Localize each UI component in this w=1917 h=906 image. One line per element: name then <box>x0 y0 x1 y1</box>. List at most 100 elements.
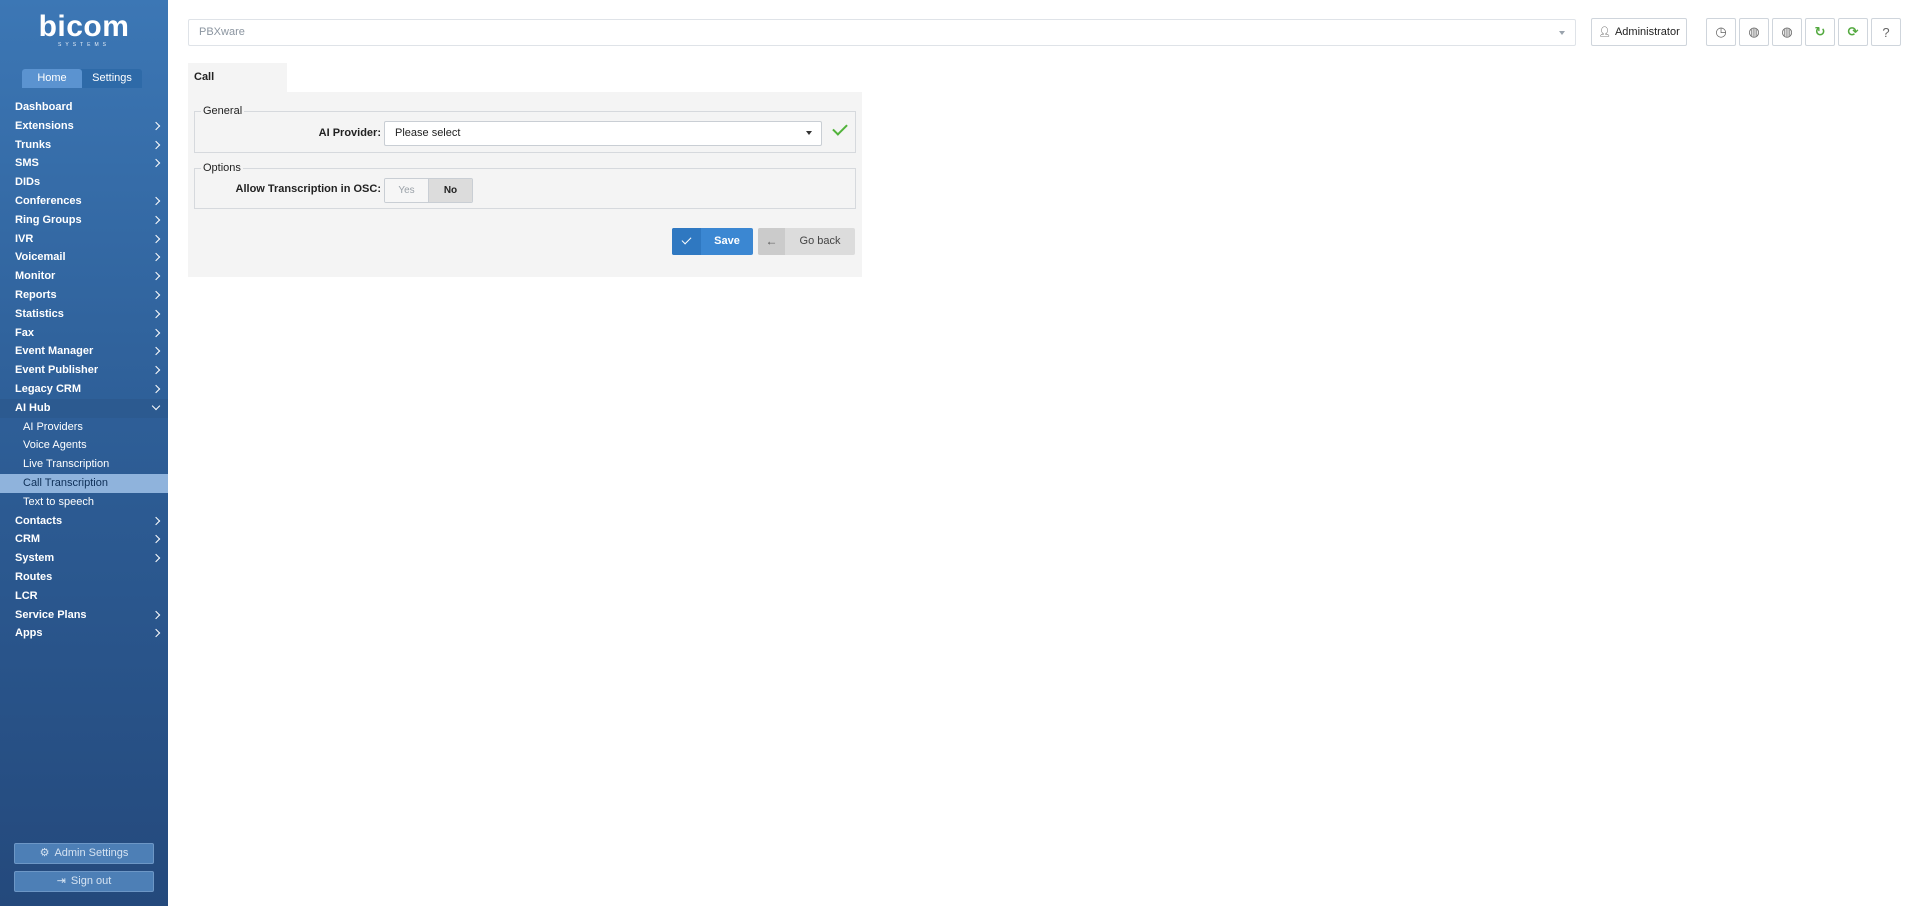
clock-icon[interactable]: ◷ <box>1706 18 1736 46</box>
chevron-right-icon <box>151 140 161 149</box>
sidebar-item-label: CRM <box>15 533 41 546</box>
call-transcriptions-form: General AI Provider: Please select Optio… <box>188 92 862 277</box>
sidebar-item-label: Apps <box>15 627 43 640</box>
administrator-button[interactable]: 👤︎ Administrator <box>1591 18 1687 46</box>
admin-settings-button[interactable]: ⚙ Admin Settings <box>14 843 154 864</box>
chevron-right-icon <box>151 159 161 168</box>
sidebar-subitem-live-transcription[interactable]: Live Transcription <box>0 455 168 474</box>
sidebar-item-label: Monitor <box>15 270 56 283</box>
sidebar-item-fax[interactable]: Fax <box>0 324 168 343</box>
chevron-right-icon <box>151 234 161 243</box>
sidebar-item-label: Reports <box>15 288 57 301</box>
server-select-value: PBXware <box>199 26 245 38</box>
admin-settings-label: Admin Settings <box>54 847 129 859</box>
help-icon[interactable]: ? <box>1871 18 1901 46</box>
globe-icon[interactable]: ◍ <box>1739 18 1769 46</box>
sidebar-item-label: DIDs <box>15 176 41 189</box>
sidebar-item-dashboard[interactable]: Dashboard <box>0 98 168 117</box>
app-root: bicom SYSTEMS Home Settings Dashboard Ex… <box>0 0 1917 906</box>
ai-provider-label: AI Provider: <box>318 127 381 139</box>
sidebar-item-ai-hub[interactable]: AI Hub <box>0 398 168 418</box>
sidebar-item-ivr[interactable]: IVR <box>0 230 168 249</box>
chevron-down-icon <box>151 401 161 410</box>
tab-call-transcriptions[interactable]: Call Transcriptions <box>188 63 287 112</box>
sidebar-item-label: Service Plans <box>15 608 87 621</box>
user-icon: 👤︎ <box>1598 27 1611 38</box>
chevron-right-icon <box>151 610 161 619</box>
sidebar-item-statistics[interactable]: Statistics <box>0 305 168 324</box>
allow-transcription-toggle: Yes No <box>384 178 473 203</box>
sign-out-button[interactable]: ⇥ Sign out <box>14 871 154 892</box>
sidebar-item-label: Extensions <box>15 119 74 132</box>
globe-alt-icon[interactable]: ◍ <box>1772 18 1802 46</box>
sidebar-item-label: Event Manager <box>15 345 94 358</box>
sidebar-subitem-voice-agents[interactable]: Voice Agents <box>0 436 168 455</box>
sidebar-item-label: Fax <box>15 326 34 339</box>
sidebar-item-label: Voicemail <box>15 251 66 264</box>
tab-settings[interactable]: Settings <box>82 69 142 88</box>
sidebar-item-label: Ring Groups <box>15 213 82 226</box>
save-label: Save <box>714 235 740 247</box>
sidebar-item-routes[interactable]: Routes <box>0 568 168 587</box>
sidebar-item-legacy-crm[interactable]: Legacy CRM <box>0 380 168 399</box>
sidebar-item-conferences[interactable]: Conferences <box>0 192 168 211</box>
sidebar-item-label: Conferences <box>15 194 82 207</box>
general-legend: General <box>201 105 245 118</box>
sidebar-item-label: Legacy CRM <box>15 382 82 395</box>
sidebar-item-ring-groups[interactable]: Ring Groups <box>0 211 168 230</box>
chevron-right-icon <box>151 365 161 375</box>
bicom-logo[interactable]: bicom SYSTEMS <box>0 10 168 49</box>
chevron-right-icon <box>151 271 161 281</box>
sidebar-item-crm[interactable]: CRM <box>0 530 168 549</box>
sidebar-subitem-ai-providers[interactable]: AI Providers <box>0 418 168 437</box>
chevron-right-icon <box>151 553 161 563</box>
caret-down-icon <box>806 131 812 135</box>
sidebar-item-label: AI Hub <box>15 401 51 414</box>
logo-text: bicom <box>38 10 130 43</box>
sidebar-item-lcr[interactable]: LCR <box>0 587 168 606</box>
chevron-right-icon <box>151 196 161 206</box>
tab-home[interactable]: Home <box>22 69 82 88</box>
sidebar-subitem-call-transcription[interactable]: Call Transcription <box>0 473 168 493</box>
sync-icon[interactable]: ⟳ <box>1838 18 1868 46</box>
sidebar-item-extensions[interactable]: Extensions <box>0 117 168 136</box>
sidebar-tabs: Home Settings <box>22 69 142 88</box>
toggle-no[interactable]: No <box>428 179 472 202</box>
chevron-right-icon <box>151 629 161 638</box>
sidebar-item-sms[interactable]: SMS <box>0 154 168 173</box>
go-back-button[interactable]: ← Go back <box>758 228 855 255</box>
sidebar-item-voicemail[interactable]: Voicemail <box>0 248 168 267</box>
arrow-left-icon: ← <box>758 228 785 255</box>
sidebar-item-system[interactable]: System <box>0 549 168 568</box>
sidebar-item-label: System <box>15 552 55 565</box>
sidebar-item-label: Contacts <box>15 514 63 527</box>
sidebar-item-event-publisher[interactable]: Event Publisher <box>0 361 168 380</box>
chevron-right-icon <box>151 215 161 225</box>
chevron-right-icon <box>151 253 161 262</box>
chevron-right-icon <box>151 309 161 319</box>
toolbar-icons: ◷ ◍ ◍ ↻ ⟳ ? <box>1706 18 1901 46</box>
chevron-right-icon <box>151 347 161 356</box>
refresh-icon[interactable]: ↻ <box>1805 18 1835 46</box>
sidebar-item-label: Dashboard <box>15 101 73 113</box>
check-icon <box>672 228 701 255</box>
ai-provider-select[interactable]: Please select <box>384 121 822 146</box>
toggle-yes[interactable]: Yes <box>385 179 428 202</box>
sidebar-item-event-manager[interactable]: Event Manager <box>0 342 168 361</box>
sidebar-item-trunks[interactable]: Trunks <box>0 136 168 155</box>
sidebar-item-dids[interactable]: DIDs <box>0 173 168 192</box>
options-legend: Options <box>201 162 243 175</box>
chevron-right-icon <box>151 328 161 337</box>
sidebar-item-reports[interactable]: Reports <box>0 286 168 305</box>
sidebar-item-contacts[interactable]: Contacts <box>0 512 168 531</box>
sidebar-item-apps[interactable]: Apps <box>0 624 168 643</box>
chevron-right-icon <box>151 121 161 131</box>
save-button[interactable]: Save <box>672 228 753 255</box>
server-select[interactable]: PBXware <box>188 19 1576 46</box>
sidebar-item-label: Call Transcription <box>23 476 108 489</box>
sidebar-subitem-text-to-speech[interactable]: Text to speech <box>0 493 168 512</box>
sidebar-item-label: SMS <box>15 157 39 170</box>
allow-transcription-label: Allow Transcription in OSC: <box>235 183 381 195</box>
sidebar-item-monitor[interactable]: Monitor <box>0 267 168 286</box>
sidebar-item-service-plans[interactable]: Service Plans <box>0 606 168 625</box>
